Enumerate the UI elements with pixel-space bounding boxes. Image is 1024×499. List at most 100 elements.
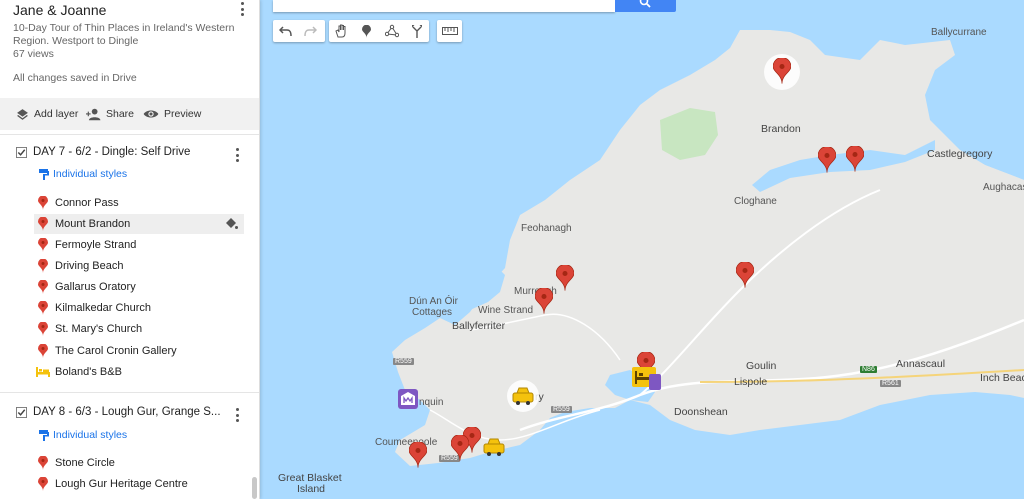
map-canvas[interactable]: Ballycurrane Brandon Castlegregory Augha… [259, 0, 1024, 499]
map-views: 67 views [13, 48, 54, 60]
list-item-label: Mount Brandon [55, 218, 131, 230]
redo-icon [304, 25, 317, 36]
list-item-label: Stone Circle [55, 457, 115, 469]
list-item[interactable]: Driving Beach [34, 256, 244, 276]
red-marker-icon [38, 280, 48, 294]
marker-tool[interactable] [354, 20, 379, 42]
list-item-label: Boland's B&B [55, 366, 122, 378]
drawing-tools-group [329, 20, 429, 42]
list-item[interactable]: Boland's B&B [34, 362, 244, 382]
red-marker-icon [38, 238, 48, 252]
list-item-label: Fermoyle Strand [55, 239, 137, 251]
list-item[interactable]: Lough Gur Heritage Centre [34, 474, 244, 494]
styles-label: Individual styles [53, 429, 128, 441]
place-label: Lispole [734, 376, 768, 388]
road-shield: R559 [551, 406, 572, 413]
panel-actions: Add layer Share Preview [0, 98, 259, 130]
list-item[interactable]: St. Mary's Church [34, 319, 244, 339]
line-icon [384, 24, 399, 38]
list-item-label: Driving Beach [55, 260, 124, 272]
add-layer-button[interactable]: Add layer [16, 98, 78, 130]
place-label: Coumeenoole [375, 437, 438, 448]
map-description[interactable]: 10-Day Tour of Thin Places in Ireland's … [13, 22, 238, 48]
measure-tool[interactable] [437, 20, 462, 42]
undo-redo-group [273, 20, 325, 42]
share-button[interactable]: Share [86, 98, 134, 130]
red-marker-icon [38, 217, 48, 231]
car-icon[interactable] [512, 386, 534, 406]
layers-icon [17, 108, 28, 120]
place-label: Ballyferriter [452, 320, 506, 332]
search-input[interactable] [273, 0, 615, 12]
list-item-label: Kilmalkedar Church [55, 302, 151, 314]
list-item[interactable]: Mount Brandon [34, 214, 244, 234]
layer-header[interactable]: DAY 7 - 6/2 - Dingle: Self Drive [16, 146, 190, 158]
red-marker-icon[interactable] [736, 262, 754, 288]
red-marker-icon[interactable] [846, 146, 864, 172]
museum-icon[interactable] [398, 389, 418, 409]
undo-icon [279, 25, 292, 36]
place-label: Inch Beach [980, 372, 1024, 384]
individual-styles-link[interactable]: Individual styles [38, 168, 127, 180]
list-item[interactable]: Kilmalkedar Church [34, 298, 244, 318]
line-tool[interactable] [379, 20, 404, 42]
list-item-label: Connor Pass [55, 197, 119, 209]
list-item-label: Gallarus Oratory [55, 281, 136, 293]
layer-title[interactable]: DAY 7 - 6/2 - Dingle: Self Drive [33, 146, 190, 158]
layer-options-icon[interactable] [236, 148, 240, 165]
preview-button[interactable]: Preview [143, 98, 201, 130]
list-item[interactable]: The Carol Cronin Gallery [34, 341, 244, 361]
map-title[interactable]: Jane & Joanne [13, 2, 106, 18]
select-tool[interactable] [329, 20, 354, 42]
red-marker-icon [38, 322, 48, 336]
red-marker-icon[interactable] [409, 442, 427, 468]
checkbox-checked-icon[interactable] [16, 146, 27, 158]
layer-day-8: DAY 8 - 6/3 - Lough Gur, Grange S... Ind… [0, 392, 259, 499]
search-button[interactable] [615, 0, 676, 12]
individual-styles-link[interactable]: Individual styles [38, 429, 127, 441]
panel-scrollbar[interactable] [252, 477, 257, 499]
red-marker-icon[interactable] [535, 288, 553, 314]
add-layer-label: Add layer [34, 108, 79, 120]
undo-button[interactable] [273, 20, 298, 42]
place-label: Wine Strand [478, 305, 534, 316]
place-label: Island [297, 483, 326, 495]
hand-icon [335, 24, 346, 38]
red-marker-icon[interactable] [451, 435, 469, 461]
measure-tool-group [437, 20, 462, 42]
red-marker-icon [38, 477, 48, 491]
list-item-label: The Carol Cronin Gallery [55, 345, 177, 357]
layer-options-icon[interactable] [236, 408, 240, 425]
car-icon[interactable] [483, 437, 505, 457]
list-item[interactable]: Connor Pass [34, 193, 244, 213]
eye-icon [143, 110, 159, 118]
list-item-label: Lough Gur Heritage Centre [55, 478, 188, 490]
road-shield: N86 [860, 366, 877, 373]
checkbox-checked-icon[interactable] [16, 406, 27, 418]
list-item[interactable]: Stone Circle [34, 453, 244, 473]
place-label: Annascaul [896, 358, 946, 370]
paint-bucket-icon[interactable] [225, 218, 238, 230]
map-options-icon[interactable] [241, 2, 245, 19]
list-item[interactable]: Gallarus Oratory [34, 277, 244, 297]
layer-header[interactable]: DAY 8 - 6/3 - Lough Gur, Grange S... [16, 406, 221, 418]
redo-button[interactable] [298, 20, 323, 42]
red-marker-icon[interactable] [818, 147, 836, 173]
layer-title[interactable]: DAY 8 - 6/3 - Lough Gur, Grange S... [33, 406, 221, 418]
list-item[interactable]: Fermoyle Strand [34, 235, 244, 255]
save-status: All changes saved in Drive [13, 72, 137, 84]
road-shield: R561 [880, 380, 901, 387]
mount-brandon-marker-icon[interactable] [773, 58, 791, 84]
road-shield: R559 [393, 358, 414, 365]
layer-day-7: DAY 7 - 6/2 - Dingle: Self Drive Individ… [0, 134, 259, 393]
ruler-icon [441, 27, 458, 35]
place-label: nquin [419, 397, 444, 408]
preview-label: Preview [164, 108, 202, 120]
directions-tool[interactable] [404, 20, 429, 42]
map-panel: Jane & Joanne 10-Day Tour of Thin Places… [0, 0, 260, 499]
place-label: Dún An Óir [409, 296, 458, 307]
purple-marker-icon[interactable] [649, 374, 661, 390]
red-marker-icon[interactable] [556, 265, 574, 291]
red-marker-icon [38, 259, 48, 273]
place-label: Cloghane [734, 196, 777, 207]
